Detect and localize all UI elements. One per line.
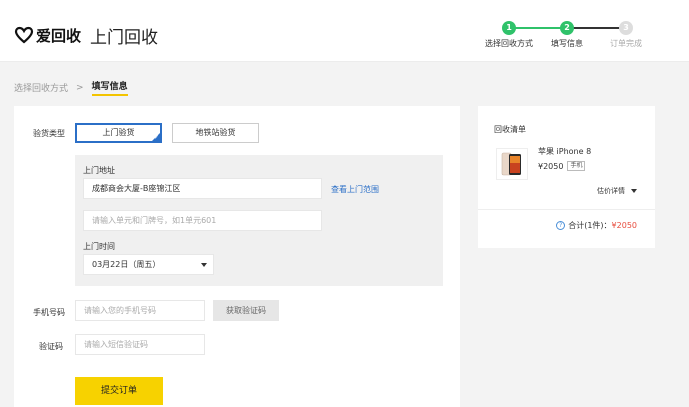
step-1-label: 选择回收方式 xyxy=(485,39,533,48)
door-inspection-label: 上门验货 xyxy=(102,128,135,137)
step-3-label: 订单完成 xyxy=(610,39,642,48)
get-code-button[interactable]: 获取验证码 xyxy=(213,300,279,321)
product-image xyxy=(496,148,528,180)
check-icon: ✓ xyxy=(153,134,159,141)
total-label: 合计(1件)： xyxy=(568,221,612,230)
step-line-2 xyxy=(573,27,625,29)
progress-steps: 1 2 3 选择回收方式 填写信息 订单完成 xyxy=(480,18,660,52)
visit-time-select[interactable]: 03月22日（周五） xyxy=(83,254,214,275)
view-service-range-link[interactable]: 查看上门范围 xyxy=(331,184,379,195)
breadcrumb: 选择回收方式 > 填写信息 xyxy=(14,79,128,96)
visit-time-label: 上门时间 xyxy=(83,242,115,251)
product-price-row: ¥2050 手机 xyxy=(538,161,586,171)
product-category-tag: 手机 xyxy=(567,161,586,171)
breadcrumb-current: 填写信息 xyxy=(91,79,128,96)
phone-label: 手机号码 xyxy=(33,308,65,317)
chevron-down-icon xyxy=(201,263,207,267)
recycle-list-panel: 回收清单 苹果 iPhone 8 ¥2050 手机 估价详情 ? 合计(1件)：… xyxy=(478,106,655,248)
code-label: 验证码 xyxy=(39,342,63,351)
phone-input[interactable]: 请输入您的手机号码 xyxy=(75,300,205,321)
step-3-dot: 3 xyxy=(619,21,633,35)
subway-inspection-option[interactable]: 地铁站验货 xyxy=(172,123,259,143)
product-price: ¥2050 xyxy=(538,161,564,171)
aihuishou-logo[interactable]: 爱回收 xyxy=(14,24,81,46)
question-icon[interactable]: ? xyxy=(556,221,566,230)
subway-inspection-label: 地铁站验货 xyxy=(195,128,236,137)
sms-code-input[interactable]: 请输入短信验证码 xyxy=(75,334,205,355)
visit-time-value: 03月22日（周五） xyxy=(92,260,161,269)
submit-order-button[interactable]: 提交订单 xyxy=(75,377,163,405)
page-title: 上门回收 xyxy=(90,28,158,48)
step-1-dot: 1 xyxy=(502,21,516,35)
unit-number-input[interactable]: 请输入单元和门牌号，如1单元601 xyxy=(83,210,322,231)
step-line-1 xyxy=(509,27,567,29)
breadcrumb-prev[interactable]: 选择回收方式 xyxy=(14,81,68,94)
address-field[interactable]: 成都商会大厦-B座锦江区 xyxy=(83,178,322,199)
step-2-dot: 2 xyxy=(560,21,574,35)
top-header: 爱回收 上门回收 1 2 3 选择回收方式 填写信息 订单完成 xyxy=(0,0,689,62)
step-2-label: 填写信息 xyxy=(551,39,583,48)
inspection-type-label: 验货类型 xyxy=(33,129,65,138)
order-total: ? 合计(1件)： ¥2050 xyxy=(556,220,637,231)
total-amount: ¥2050 xyxy=(611,221,637,230)
summary-divider xyxy=(478,209,655,210)
triangle-down-icon xyxy=(631,189,637,193)
iphone-icon xyxy=(501,152,521,176)
heart-logo-icon xyxy=(14,26,34,44)
price-detail-label: 估价详情 xyxy=(597,187,625,195)
price-detail-toggle[interactable]: 估价详情 xyxy=(597,186,637,196)
door-inspection-option[interactable]: 上门验货 ✓ xyxy=(75,123,162,143)
door-service-section: 上门地址 成都商会大厦-B座锦江区 查看上门范围 请输入单元和门牌号，如1单元6… xyxy=(75,155,443,286)
breadcrumb-separator: > xyxy=(76,82,84,93)
address-label: 上门地址 xyxy=(83,166,115,175)
product-name: 苹果 iPhone 8 xyxy=(538,147,592,156)
recycle-list-title: 回收清单 xyxy=(494,125,526,134)
logo-text: 爱回收 xyxy=(36,26,82,45)
order-form-panel: 验货类型 上门验货 ✓ 地铁站验货 上门地址 成都商会大厦-B座锦江区 查看上门… xyxy=(14,106,460,407)
